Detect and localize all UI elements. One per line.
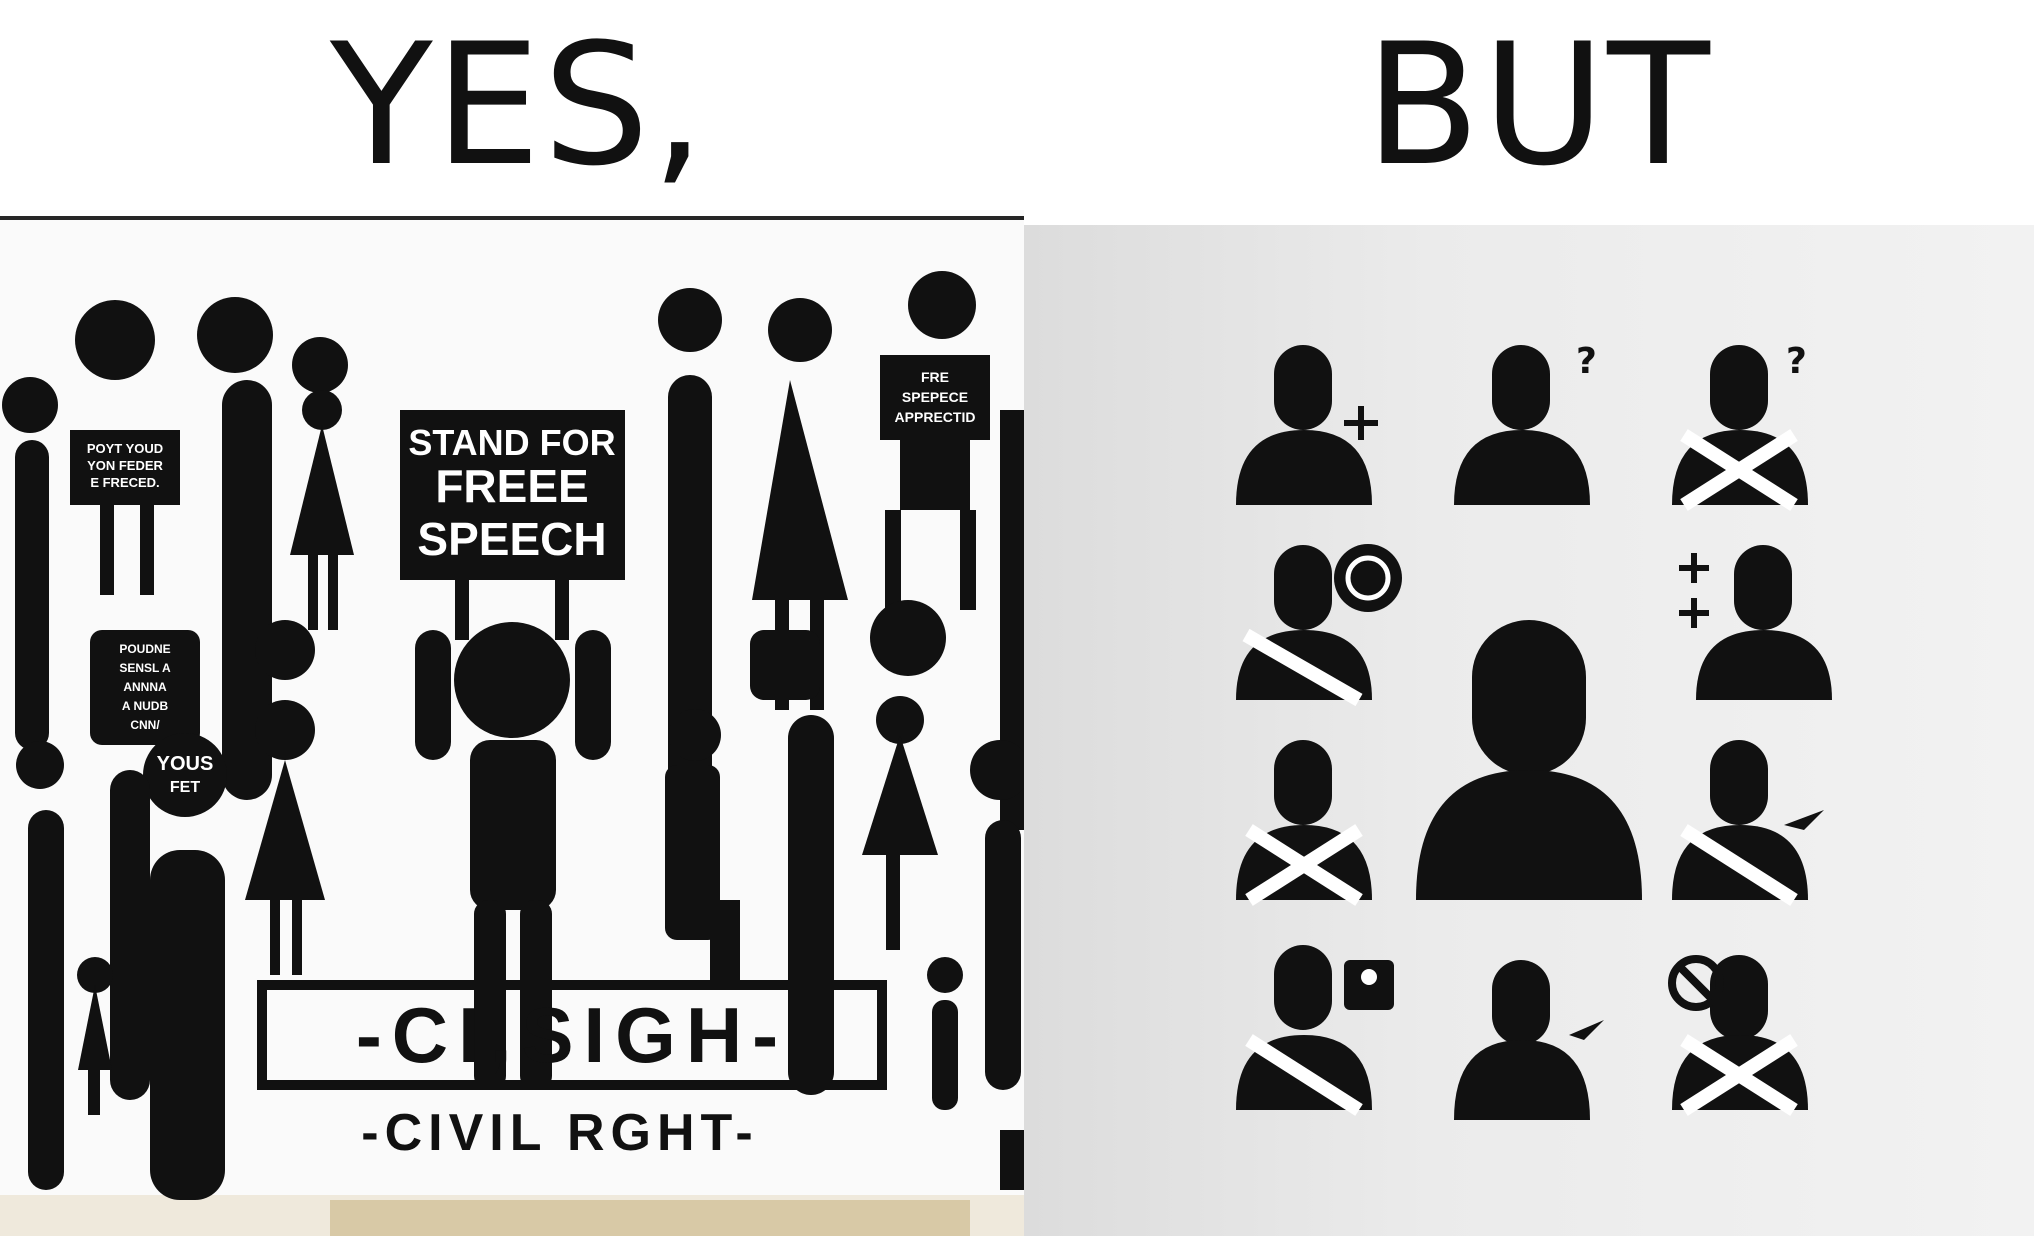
protest-poster-panel: STAND FOR FREEE SPEECH POYT YOUD YON FED…	[0, 210, 1024, 1236]
person-seatbelt-icon	[1236, 740, 1372, 906]
small-sign-1-line-3: E FRECED.	[90, 475, 159, 490]
speech-bubble-icon	[292, 337, 348, 393]
person-plus-plus-icon	[1679, 545, 1832, 700]
caption-but: BUT	[1365, 7, 1712, 203]
banner-subtext: -CIVIL RGHT-	[361, 1104, 758, 1162]
caption-yes: YES,	[330, 7, 707, 203]
person-head	[454, 622, 570, 738]
bubble-text-line-1: YOUS	[157, 753, 214, 775]
small-sign-3-line-5: CNN/	[130, 718, 160, 732]
speech-bubble-icon	[143, 733, 227, 817]
person-head	[2, 377, 58, 433]
face-icon	[870, 600, 946, 676]
speech-bubble-icon	[750, 630, 820, 700]
speech-bubble-icon	[255, 620, 315, 680]
speech-bubble-icon	[908, 271, 976, 339]
main-sign-line-2: FREEE	[435, 460, 588, 512]
main-sign-line-1: STAND FOR	[408, 422, 615, 463]
speech-bubble-icon	[658, 288, 722, 352]
small-sign-1-line-1: POYT YOUD	[87, 441, 163, 456]
person-icons-panel: ? ?	[1024, 225, 2034, 1236]
person-large-icon	[1416, 620, 1642, 900]
small-sign-3-line-2: SENSL A	[119, 661, 171, 675]
speech-bubble-icon	[16, 741, 64, 789]
small-sign-2-line-2: SPEPECE	[902, 389, 968, 405]
small-sign-3-line-4: A NUDB	[122, 699, 169, 713]
person-seatbelt-plane-icon	[1672, 740, 1824, 906]
small-sign-2-line-1: FRE	[921, 369, 949, 385]
bubble-text-line-2: FET	[170, 779, 200, 796]
small-sign-2-line-3: APPRECTID	[895, 409, 976, 425]
main-sign-line-3: SPEECH	[417, 513, 606, 565]
protest-poster: STAND FOR FREEE SPEECH POYT YOUD YON FED…	[0, 210, 1024, 1236]
person-seatbelt-no-sign-icon	[1236, 544, 1402, 707]
svg-text:?: ?	[1786, 341, 1807, 382]
person-plus-icon	[1236, 345, 1378, 505]
person-seatbelt-question-icon: ?	[1672, 341, 1808, 511]
small-sign-3-line-3: ANNNA	[123, 680, 167, 694]
svg-text:?: ?	[1576, 341, 1597, 382]
person-seatbelt-contact-icon	[1236, 945, 1394, 1116]
person-plane-icon	[1454, 960, 1604, 1120]
banner-text: -CI,SIGH-	[356, 991, 788, 1079]
small-sign-3-line-1: POUDNE	[119, 642, 170, 656]
person-icon-grid: ? ?	[1236, 341, 1832, 1120]
speech-bubble-icon	[768, 298, 832, 362]
person-question-icon: ?	[1454, 341, 1597, 505]
small-sign-1-line-2: YON FEDER	[87, 458, 163, 473]
person-seatbelt-ban-icon	[1668, 955, 1808, 1116]
speech-bubble-icon	[75, 300, 155, 380]
speech-bubble-icon	[197, 297, 273, 373]
